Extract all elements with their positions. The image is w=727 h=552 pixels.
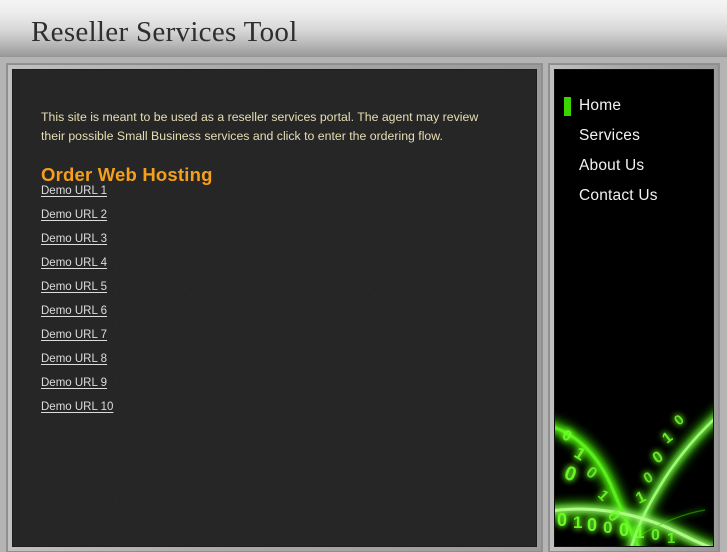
svg-text:1: 1 [635, 523, 644, 542]
sidebar-item-services[interactable]: Services [555, 121, 713, 151]
list-item: Demo URL 1 [41, 178, 341, 202]
page-title: Reseller Services Tool [31, 16, 298, 48]
demo-url-link-5[interactable]: Demo URL 5 [41, 281, 107, 293]
list-item: Demo URL 5 [41, 274, 341, 298]
demo-url-link-3[interactable]: Demo URL 3 [41, 233, 107, 245]
svg-text:0: 0 [557, 510, 567, 530]
list-item: Demo URL 3 [41, 226, 341, 250]
svg-text:0: 0 [603, 518, 612, 537]
sidebar-item-contact-us[interactable]: Contact Us [555, 181, 713, 211]
list-item: Demo URL 6 [41, 298, 341, 322]
demo-url-link-8[interactable]: Demo URL 8 [41, 353, 107, 365]
demo-url-link-9[interactable]: Demo URL 9 [41, 377, 107, 389]
demo-url-link-6[interactable]: Demo URL 6 [41, 305, 107, 317]
list-item: Demo URL 10 [41, 394, 341, 418]
demo-url-link-1[interactable]: Demo URL 1 [41, 185, 107, 197]
sidebar-item-label: About Us [579, 157, 645, 174]
sidebar-panel: Home Services About Us Contact Us 0 1 0 … [549, 64, 719, 552]
main-content-panel: This site is meant to be used as a resel… [7, 64, 542, 552]
list-item: Demo URL 2 [41, 202, 341, 226]
demo-url-link-2[interactable]: Demo URL 2 [41, 209, 107, 221]
site-header: Reseller Services Tool [0, 0, 727, 57]
demo-url-list: Demo URL 1 Demo URL 2 Demo URL 3 Demo UR… [41, 178, 341, 418]
svg-text:1: 1 [573, 513, 582, 532]
svg-text:1: 1 [667, 530, 675, 546]
sidebar-item-home[interactable]: Home [555, 91, 713, 121]
svg-text:0: 0 [651, 527, 660, 544]
list-item: Demo URL 8 [41, 346, 341, 370]
demo-url-link-10[interactable]: Demo URL 10 [41, 401, 113, 413]
sidebar-nav: Home Services About Us Contact Us [555, 91, 713, 211]
list-item: Demo URL 4 [41, 250, 341, 274]
list-item: Demo URL 7 [41, 322, 341, 346]
intro-paragraph: This site is meant to be used as a resel… [41, 110, 479, 144]
sidebar-item-label: Home [579, 97, 622, 114]
main-content-inner: This site is meant to be used as a resel… [12, 69, 537, 547]
demo-url-link-7[interactable]: Demo URL 7 [41, 329, 107, 341]
sidebar-item-about-us[interactable]: About Us [555, 151, 713, 181]
sidebar-inner: Home Services About Us Contact Us 0 1 0 … [554, 69, 714, 547]
demo-url-link-4[interactable]: Demo URL 4 [41, 257, 107, 269]
list-item: Demo URL 9 [41, 370, 341, 394]
active-marker-icon [564, 97, 571, 116]
svg-text:0: 0 [587, 515, 597, 535]
svg-text:0: 0 [619, 520, 629, 540]
green-binary-code-graphic: 0 1 0 0 1 0 0 1 0 0 1 0 1 0 0 0 1 0 1 [555, 386, 713, 546]
sidebar-item-label: Services [579, 127, 641, 144]
sidebar-item-label: Contact Us [579, 187, 658, 204]
